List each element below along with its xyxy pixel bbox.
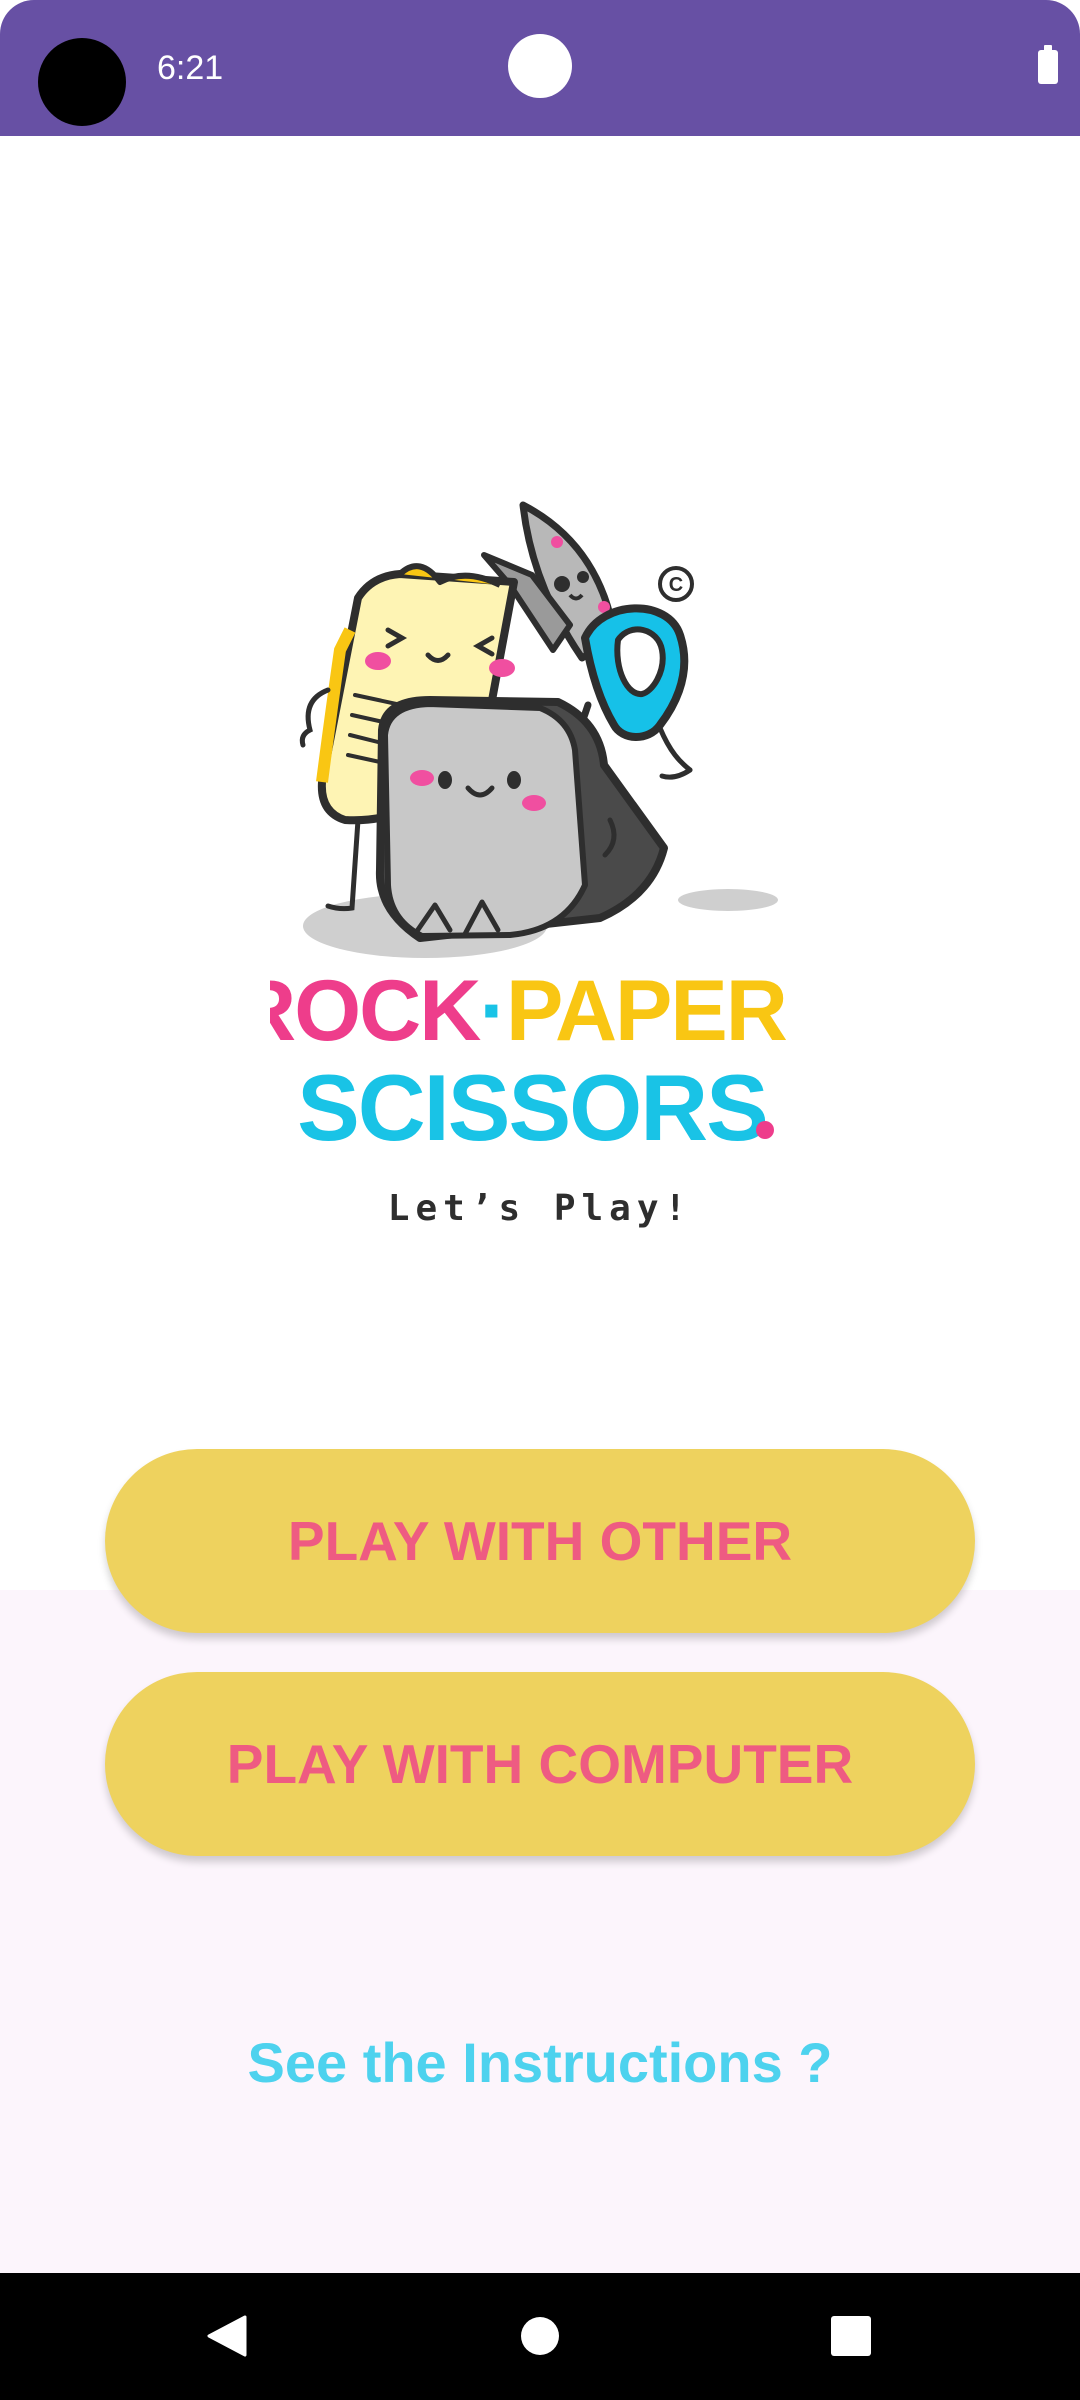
- play-with-computer-button[interactable]: PLAY WITH COMPUTER: [105, 1672, 975, 1856]
- logo-title-line1: ROCK·PAPER: [270, 963, 787, 1059]
- recents-icon[interactable]: [831, 2316, 871, 2356]
- back-icon[interactable]: [205, 2314, 247, 2358]
- logo-separator-dot: ·: [479, 963, 506, 1059]
- logo-word-paper: PAPER: [506, 963, 787, 1059]
- logo-tagline: Let’s Play!: [388, 1188, 692, 1229]
- home-icon[interactable]: [521, 2317, 559, 2355]
- status-time: 6:21: [157, 49, 224, 87]
- svg-text:C: C: [669, 574, 683, 596]
- camera-dot-icon: [508, 34, 572, 98]
- logo-ground-shadow-right: [678, 889, 778, 911]
- battery-icon: [1038, 45, 1058, 84]
- see-instructions-link[interactable]: See the Instructions ?: [0, 2030, 1080, 2095]
- play-with-other-button[interactable]: PLAY WITH OTHER: [105, 1449, 975, 1633]
- play-with-computer-label: PLAY WITH COMPUTER: [226, 1733, 854, 1795]
- status-bar: 6:21: [0, 0, 1080, 136]
- camera-cutout-icon: [38, 38, 126, 126]
- logo-pink-dot: [756, 1121, 774, 1139]
- logo-word-rock: ROCK: [270, 963, 481, 1059]
- app-logo: C ROCK·PAPER SCISSORS Let’s Play!: [270, 501, 789, 1229]
- logo-title-line2: SCISSORS: [297, 1055, 767, 1160]
- play-with-other-label: PLAY WITH OTHER: [287, 1510, 793, 1572]
